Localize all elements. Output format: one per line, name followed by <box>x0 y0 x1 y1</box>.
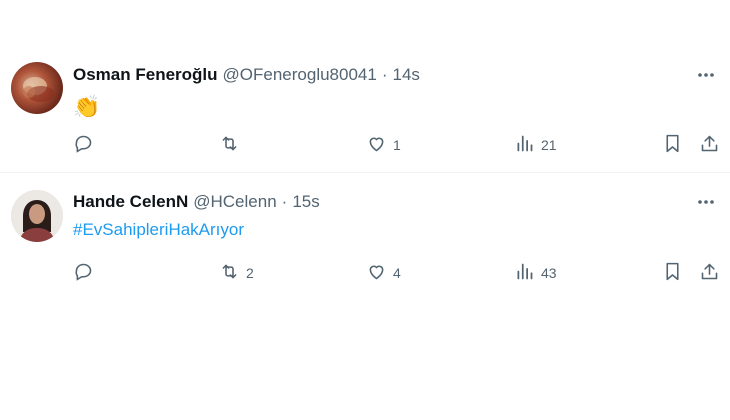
user-handle[interactable]: @HCelenn <box>193 192 276 212</box>
bookmark-button[interactable] <box>662 260 683 286</box>
more-icon[interactable] <box>694 63 718 87</box>
share-button[interactable] <box>699 260 720 286</box>
bookmark-icon <box>662 261 683 285</box>
like-icon <box>366 133 387 157</box>
hashtag-link[interactable]: #EvSahipleriHakArıyor <box>73 220 244 240</box>
display-name[interactable]: Hande CelenN <box>73 192 188 212</box>
like-icon <box>366 261 387 285</box>
views-icon <box>514 133 535 157</box>
reply-button[interactable] <box>73 260 100 286</box>
like-button[interactable]: 4 <box>366 260 401 286</box>
bookmark-icon <box>662 133 683 157</box>
tweet[interactable]: Hande CelenN @HCelenn · 15s #EvSahipleri… <box>0 174 730 304</box>
bookmark-button[interactable] <box>662 132 683 158</box>
separator: · <box>281 192 288 211</box>
avatar[interactable] <box>11 62 63 114</box>
retweet-icon <box>219 133 240 157</box>
views-button[interactable]: 21 <box>514 132 557 158</box>
share-icon <box>699 133 720 157</box>
timestamp[interactable]: 14s <box>393 65 420 85</box>
tweet-header: Osman Feneroğlu @OFeneroglu80041 · 14s <box>73 64 420 86</box>
retweet-count: 2 <box>246 265 254 281</box>
tweet[interactable]: Osman Feneroğlu @OFeneroglu80041 · 14s 👏… <box>0 44 730 172</box>
views-icon <box>514 261 535 285</box>
display-name[interactable]: Osman Feneroğlu <box>73 65 218 85</box>
view-count: 43 <box>541 265 557 281</box>
share-icon <box>699 261 720 285</box>
timeline-feed: Osman Feneroğlu @OFeneroglu80041 · 14s 👏… <box>0 0 730 420</box>
tweet-header: Hande CelenN @HCelenn · 15s <box>73 191 320 213</box>
views-button[interactable]: 43 <box>514 260 557 286</box>
share-button[interactable] <box>699 132 720 158</box>
action-bar: 1 21 <box>0 132 730 158</box>
tweet-text: 👏 <box>73 94 101 119</box>
like-count: 4 <box>393 265 401 281</box>
timestamp[interactable]: 15s <box>292 192 319 212</box>
reply-icon <box>73 133 94 157</box>
user-handle[interactable]: @OFeneroglu80041 <box>223 65 377 85</box>
like-count: 1 <box>393 137 401 153</box>
separator: · <box>381 65 388 84</box>
view-count: 21 <box>541 137 557 153</box>
reply-icon <box>73 261 94 285</box>
retweet-button[interactable]: 2 <box>219 260 254 286</box>
avatar[interactable] <box>11 190 63 242</box>
action-bar: 2 4 43 <box>0 260 730 286</box>
more-icon[interactable] <box>694 190 718 214</box>
divider <box>0 172 730 173</box>
like-button[interactable]: 1 <box>366 132 401 158</box>
retweet-button[interactable] <box>219 132 246 158</box>
reply-button[interactable] <box>73 132 100 158</box>
retweet-icon <box>219 261 240 285</box>
